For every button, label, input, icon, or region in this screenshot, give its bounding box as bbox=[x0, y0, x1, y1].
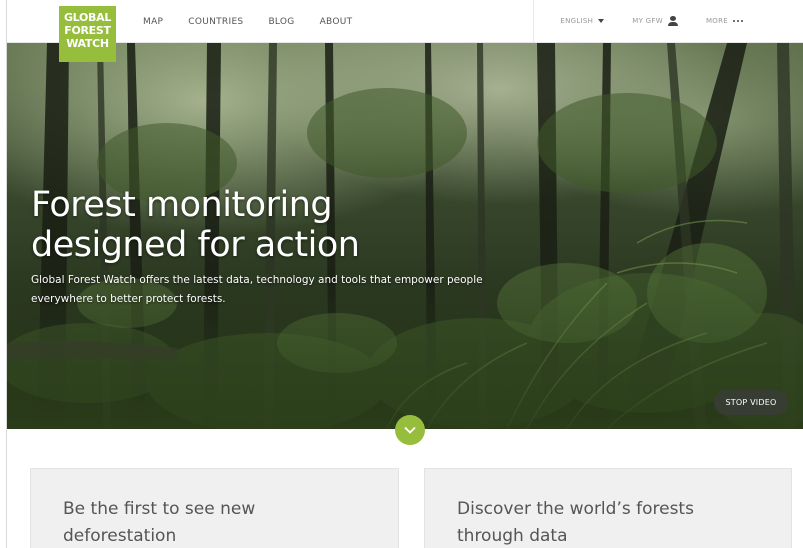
scroll-down-button[interactable] bbox=[395, 415, 425, 445]
feature-card-forest-data[interactable]: Discover the world’s forests through dat… bbox=[424, 468, 792, 548]
stop-video-button[interactable]: STOP VIDEO bbox=[714, 390, 788, 415]
caret-down-icon bbox=[598, 19, 605, 23]
hero-headline-line-2: designed for action bbox=[31, 225, 360, 265]
nav-map-link[interactable]: MAP bbox=[143, 17, 163, 27]
gfw-logo[interactable]: GLOBAL FOREST WATCH bbox=[59, 6, 116, 62]
language-selector[interactable]: ENGLISH bbox=[560, 17, 605, 25]
more-menu-button[interactable]: MORE bbox=[706, 17, 743, 25]
hero-headline: Forest monitoring designed for action bbox=[31, 185, 431, 265]
nav-about-link[interactable]: ABOUT bbox=[320, 17, 353, 27]
my-gfw-label: MY GFW bbox=[632, 17, 663, 25]
main-nav: MAP COUNTRIES BLOG ABOUT bbox=[143, 17, 377, 27]
feature-card-title: Be the first to see new deforestation bbox=[63, 499, 256, 546]
logo-line-3: WATCH bbox=[66, 37, 109, 50]
utility-nav: ENGLISH MY GFW MORE bbox=[533, 0, 803, 42]
user-icon bbox=[667, 16, 678, 26]
page: GLOBAL FOREST WATCH MAP COUNTRIES BLOG A… bbox=[0, 0, 803, 548]
hero-section: Forest monitoring designed for action Gl… bbox=[7, 43, 803, 429]
nav-countries-link[interactable]: COUNTRIES bbox=[188, 17, 243, 27]
language-label: ENGLISH bbox=[560, 17, 594, 25]
nav-blog-link[interactable]: BLOG bbox=[268, 17, 294, 27]
feature-card-title: Discover the world’s forests through dat… bbox=[457, 499, 694, 546]
more-label: MORE bbox=[705, 17, 728, 25]
feature-card-deforestation[interactable]: Be the first to see new deforestation bbox=[30, 468, 399, 548]
logo-line-1: GLOBAL bbox=[63, 11, 112, 24]
chevron-down-icon bbox=[404, 426, 416, 434]
top-navigation-bar: GLOBAL FOREST WATCH MAP COUNTRIES BLOG A… bbox=[7, 0, 803, 62]
logo-line-2: FOREST bbox=[64, 24, 111, 37]
more-dots-icon bbox=[733, 20, 743, 22]
my-gfw-button[interactable]: MY GFW bbox=[632, 16, 678, 26]
hero-headline-line-1: Forest monitoring bbox=[31, 185, 333, 225]
window-edge bbox=[6, 0, 7, 548]
hero-description: Global Forest Watch offers the latest da… bbox=[31, 274, 483, 305]
